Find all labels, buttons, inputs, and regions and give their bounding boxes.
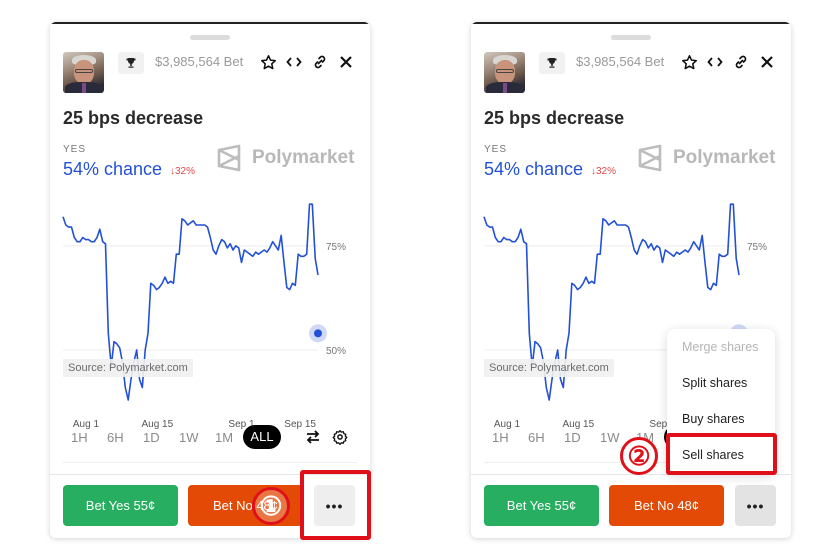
gear-icon [332,430,348,445]
panel-top-edge [50,22,370,24]
range-1h[interactable]: 1H [484,430,520,445]
brand-name: Polymarket [252,147,355,168]
swap-outcome-button[interactable] [303,427,323,447]
market-title: 25 bps decrease [63,108,204,128]
step-1-marker: ① [252,487,290,525]
more-options-button[interactable]: ••• [735,485,776,526]
market-card-left: $3,985,564 Bet 25 bps decrease YES 54% c… [50,22,370,538]
step-2-marker: ② [620,437,658,475]
outcome-label: YES [484,144,508,155]
range-1d[interactable]: 1D [556,430,592,445]
brand-name: Polymarket [673,147,776,168]
trophy-button[interactable] [539,52,565,74]
chance-value: 54% chance [484,159,584,179]
trophy-icon [126,58,136,68]
link-icon [735,55,747,69]
divider [63,462,357,463]
range-1m[interactable]: 1M [207,430,243,445]
close-button[interactable] [336,52,356,72]
menu-item-split-shares[interactable]: Split shares [667,375,775,411]
embed-button[interactable] [284,52,304,72]
drag-handle[interactable] [190,35,230,40]
polymarket-logo: Polymarket [216,144,354,172]
range-1d[interactable]: 1D [135,430,171,445]
settings-button[interactable] [330,427,350,447]
price-chart[interactable]: 75%50%Aug 1Aug 15Sep 1Sep 15 [50,200,370,430]
star-button[interactable] [258,52,278,72]
copy-link-button[interactable] [731,52,751,72]
outcome-label: YES [63,144,87,155]
change-indicator: ↓32% [591,166,617,177]
code-icon [286,57,302,67]
close-button[interactable] [757,52,777,72]
time-range-selector: 1H 6H 1D 1W 1M ALL [63,425,281,449]
volume-text: $3,985,564 Bet [576,54,665,69]
bet-no-button[interactable]: Bet No 48¢ [609,485,724,526]
star-button[interactable] [679,52,699,72]
bet-yes-button[interactable]: Bet Yes 55¢ [63,485,178,526]
range-1h[interactable]: 1H [63,430,99,445]
trophy-button[interactable] [118,52,144,74]
highlight-more-button [300,470,371,540]
highlight-sell-shares [666,433,777,475]
polymarket-logo: Polymarket [637,144,775,172]
market-title: 25 bps decrease [484,108,625,128]
current-point [314,329,322,338]
chance-value: 54% chance [63,159,163,179]
y-tick-label: 75% [326,242,346,253]
star-icon [681,54,697,69]
menu-item-merge-shares: Merge shares [682,340,759,354]
close-icon [340,56,352,68]
swap-icon [306,430,320,444]
bet-yes-button[interactable]: Bet Yes 55¢ [484,485,599,526]
range-6h[interactable]: 6H [520,430,556,445]
range-1w[interactable]: 1W [171,430,207,445]
price-chart-svg: 75%50%Aug 1Aug 15Sep 1Sep 15 [62,203,346,430]
y-tick-label: 75% [747,242,767,253]
chart-source: Source: Polymarket.com [484,359,614,377]
link-icon [314,55,326,69]
embed-button[interactable] [705,52,725,72]
polymarket-logo-icon [217,144,241,172]
market-avatar [484,52,525,93]
code-icon [707,57,723,67]
range-6h[interactable]: 6H [99,430,135,445]
drag-handle[interactable] [611,35,651,40]
y-tick-label: 50% [326,346,346,357]
copy-link-button[interactable] [310,52,330,72]
range-all[interactable]: ALL [243,425,281,449]
star-icon [260,54,276,69]
polymarket-logo-icon [638,144,662,172]
chart-source: Source: Polymarket.com [63,359,193,377]
volume-text: $3,985,564 Bet [155,54,244,69]
range-1w[interactable]: 1W [592,430,628,445]
close-icon [761,56,773,68]
panel-top-edge [471,22,791,24]
trophy-icon [547,58,557,68]
market-avatar [63,52,104,93]
change-indicator: ↓32% [170,166,196,177]
